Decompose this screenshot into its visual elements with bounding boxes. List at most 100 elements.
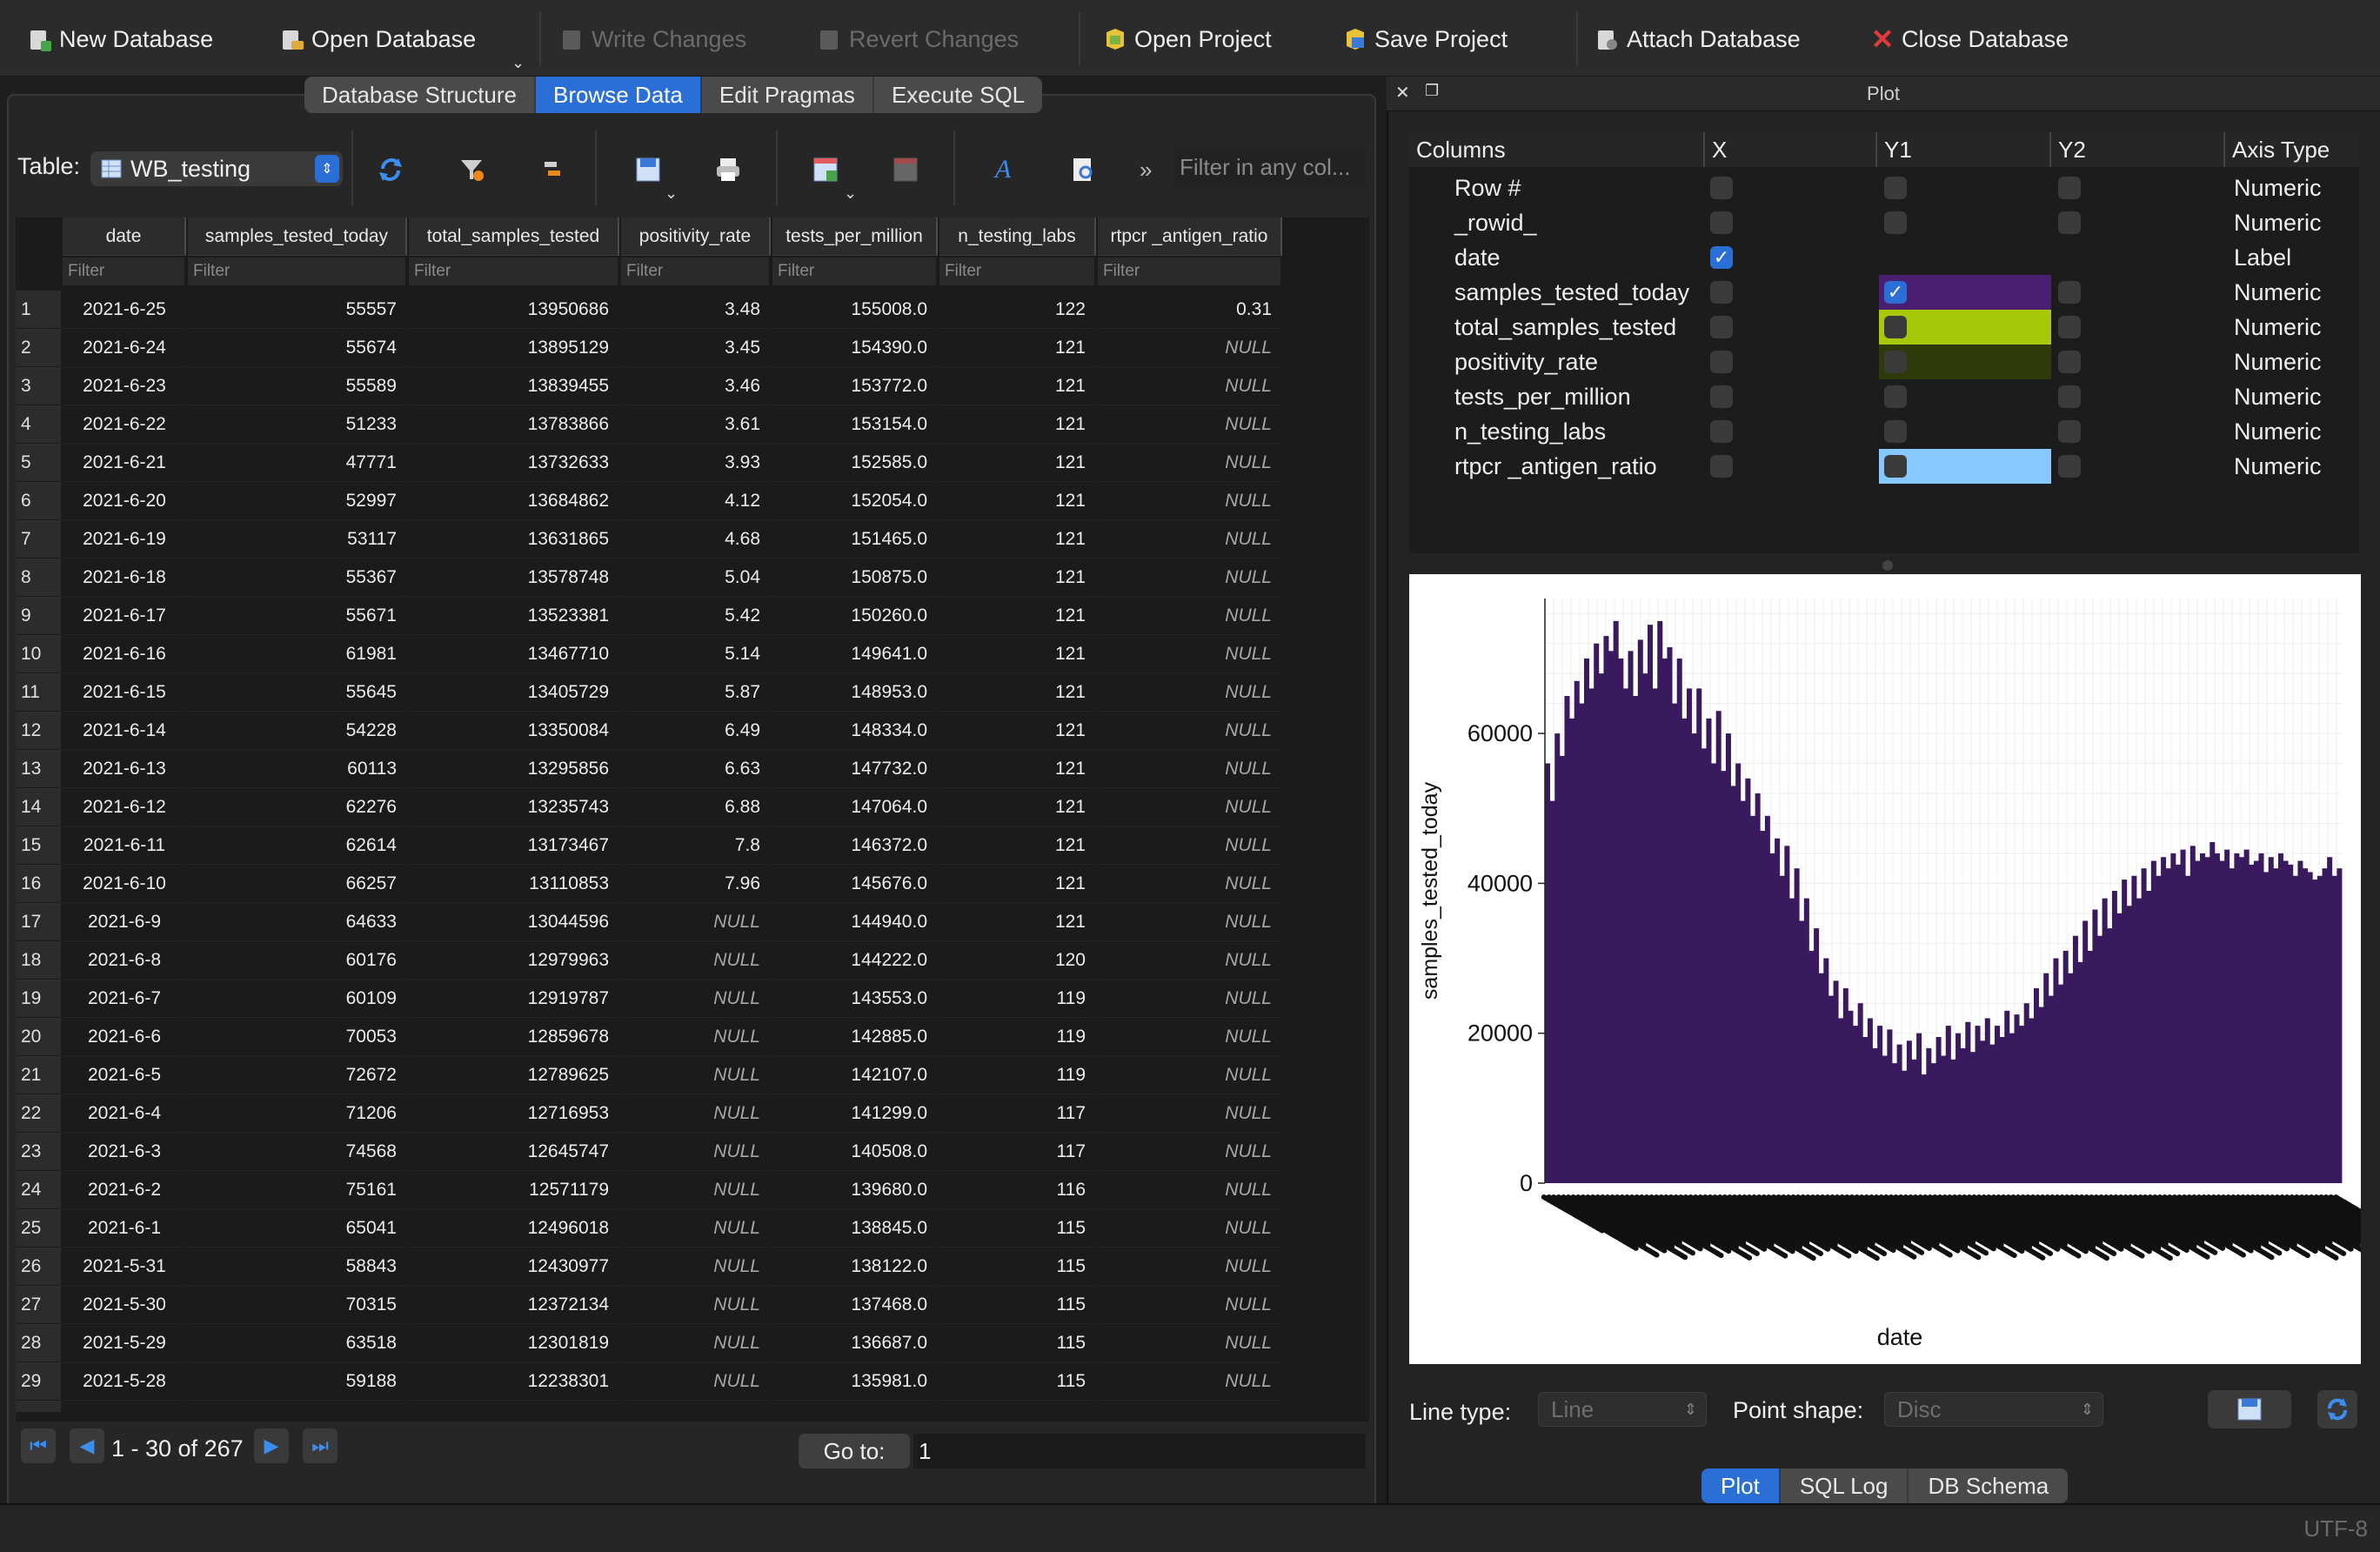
- table-cell[interactable]: 12919787: [409, 980, 619, 1018]
- table-row[interactable]: 29 2021-5-28 59188 12238301 NULL 135981.0 115 N…: [16, 1362, 1369, 1401]
- table-cell[interactable]: 119: [939, 1056, 1096, 1094]
- refresh-plot-button[interactable]: [2317, 1390, 2357, 1428]
- table-cell[interactable]: 13783866: [409, 405, 619, 444]
- table-cell[interactable]: 2021-6-22: [63, 405, 186, 444]
- axis-type-cell[interactable]: Numeric: [2234, 379, 2322, 414]
- table-row[interactable]: 25 2021-6-1 65041 12496018 NULL 138845.0 115 NU…: [16, 1209, 1369, 1248]
- row-number[interactable]: 26: [16, 1248, 61, 1286]
- table-cell[interactable]: 13235743: [409, 788, 619, 826]
- table-row[interactable]: 1 2021-6-25 55557 13950686 3.48 155008.0 122 0.…: [16, 291, 1369, 329]
- table-cell[interactable]: 121: [939, 673, 1096, 712]
- table-cell[interactable]: 60176: [188, 941, 407, 980]
- y2-checkbox[interactable]: [2058, 281, 2081, 304]
- axis-type-cell[interactable]: Numeric: [2234, 449, 2322, 484]
- print-icon[interactable]: [708, 150, 748, 190]
- table-cell[interactable]: NULL: [1098, 1362, 1282, 1401]
- table-row[interactable]: 15 2021-6-11 62614 13173467 7.8 146372.0 121 NU…: [16, 826, 1369, 865]
- x-checkbox[interactable]: [1710, 455, 1733, 478]
- table-cell[interactable]: 2021-6-2: [63, 1171, 186, 1209]
- table-cell[interactable]: 12301819: [409, 1324, 619, 1362]
- table-cell[interactable]: 7.8: [621, 826, 771, 865]
- table-row[interactable]: 19 2021-6-7 60109 12919787 NULL 143553.0 119 NU…: [16, 980, 1369, 1018]
- table-cell[interactable]: 4.68: [621, 520, 771, 559]
- table-cell[interactable]: 5.04: [621, 559, 771, 597]
- axis-type-cell[interactable]: Numeric: [2234, 205, 2322, 240]
- table-cell[interactable]: NULL: [1098, 597, 1282, 635]
- y2-checkbox[interactable]: [2058, 385, 2081, 408]
- table-cell[interactable]: 12238301: [409, 1362, 619, 1401]
- table-cell[interactable]: 64633: [188, 903, 407, 941]
- table-cell[interactable]: 115: [939, 1209, 1096, 1248]
- row-number[interactable]: 21: [16, 1056, 61, 1094]
- table-row[interactable]: 2 2021-6-24 55674 13895129 3.45 154390.0 121 NU…: [16, 329, 1369, 367]
- table-cell[interactable]: 2021-6-25: [63, 291, 186, 329]
- table-cell[interactable]: 13467710: [409, 635, 619, 673]
- table-cell[interactable]: NULL: [1098, 750, 1282, 788]
- row-number[interactable]: 29: [16, 1362, 61, 1401]
- table-cell[interactable]: 12859678: [409, 1018, 619, 1056]
- filter-any-column-input[interactable]: Filter in any col...: [1174, 150, 1366, 184]
- table-cell[interactable]: 6.63: [621, 750, 771, 788]
- table-cell[interactable]: 47771: [188, 444, 407, 482]
- table-cell[interactable]: 55589: [188, 367, 407, 405]
- font-icon[interactable]: A: [983, 150, 1023, 190]
- table-cell[interactable]: 55557: [188, 291, 407, 329]
- table-cell[interactable]: 117: [939, 1133, 1096, 1171]
- table-cell[interactable]: 13044596: [409, 903, 619, 941]
- table-cell[interactable]: NULL: [621, 1209, 771, 1248]
- table-cell[interactable]: NULL: [621, 1324, 771, 1362]
- table-row[interactable]: 23 2021-6-3 74568 12645747 NULL 140508.0 117 NU…: [16, 1133, 1369, 1171]
- table-cell[interactable]: 59188: [188, 1362, 407, 1401]
- table-row[interactable]: 12 2021-6-14 54228 13350084 6.49 148334.0 121 N…: [16, 712, 1369, 750]
- column-filter-input[interactable]: Filter: [1098, 258, 1282, 285]
- table-cell[interactable]: 13578748: [409, 559, 619, 597]
- table-cell[interactable]: 121: [939, 865, 1096, 903]
- table-cell[interactable]: NULL: [1098, 1056, 1282, 1094]
- table-cell[interactable]: 148334.0: [772, 712, 938, 750]
- table-cell[interactable]: 142107.0: [772, 1056, 938, 1094]
- next-page-button[interactable]: ▶: [254, 1428, 289, 1463]
- tab-plot[interactable]: Plot: [1701, 1468, 1781, 1503]
- table-cell[interactable]: NULL: [1098, 444, 1282, 482]
- table-cell[interactable]: 121: [939, 329, 1096, 367]
- column-header-samples-tested-today[interactable]: samples_tested_today: [188, 217, 407, 256]
- table-cell[interactable]: 6.49: [621, 712, 771, 750]
- insert-record-dropdown-icon[interactable]: ⌄: [844, 184, 857, 203]
- table-cell[interactable]: 13631865: [409, 520, 619, 559]
- table-cell[interactable]: 12430977: [409, 1248, 619, 1286]
- table-cell[interactable]: 62276: [188, 788, 407, 826]
- row-number[interactable]: 5: [16, 444, 61, 482]
- table-cell[interactable]: 2021-5-28: [63, 1362, 186, 1401]
- y2-checkbox[interactable]: [2058, 351, 2081, 373]
- x-checkbox[interactable]: [1710, 351, 1733, 373]
- x-checkbox[interactable]: [1710, 420, 1733, 443]
- row-number[interactable]: 3: [16, 367, 61, 405]
- table-cell[interactable]: 137468.0: [772, 1286, 938, 1324]
- column-filter-input[interactable]: Filter: [772, 258, 938, 285]
- table-cell[interactable]: 119: [939, 1018, 1096, 1056]
- table-cell[interactable]: 65041: [188, 1209, 407, 1248]
- table-cell[interactable]: 13173467: [409, 826, 619, 865]
- table-cell[interactable]: 2021-6-17: [63, 597, 186, 635]
- x-checkbox[interactable]: [1710, 177, 1733, 199]
- table-cell[interactable]: 153154.0: [772, 405, 938, 444]
- table-cell[interactable]: 12789625: [409, 1056, 619, 1094]
- row-number[interactable]: 27: [16, 1286, 61, 1324]
- tab-sql-log[interactable]: SQL Log: [1781, 1468, 1909, 1503]
- table-cell[interactable]: 115: [939, 1286, 1096, 1324]
- table-cell[interactable]: NULL: [1098, 826, 1282, 865]
- table-row[interactable]: 5 2021-6-21 47771 13732633 3.93 152585.0 121 NU…: [16, 444, 1369, 482]
- table-cell[interactable]: 2021-6-24: [63, 329, 186, 367]
- table-row[interactable]: 20 2021-6-6 70053 12859678 NULL 142885.0 119 NU…: [16, 1018, 1369, 1056]
- table-row[interactable]: 10 2021-6-16 61981 13467710 5.14 149641.0 121 N…: [16, 635, 1369, 673]
- table-cell[interactable]: NULL: [1098, 788, 1282, 826]
- attach-database-button[interactable]: Attach Database: [1595, 19, 1801, 59]
- table-cell[interactable]: 60109: [188, 980, 407, 1018]
- table-cell[interactable]: 152585.0: [772, 444, 938, 482]
- table-cell[interactable]: NULL: [1098, 405, 1282, 444]
- table-cell[interactable]: NULL: [1098, 482, 1282, 520]
- column-filter-input[interactable]: Filter: [63, 258, 186, 285]
- table-row[interactable]: 26 2021-5-31 58843 12430977 NULL 138122.0 115 N…: [16, 1248, 1369, 1286]
- table-cell[interactable]: 2021-6-1: [63, 1209, 186, 1248]
- y2-checkbox[interactable]: [2058, 211, 2081, 234]
